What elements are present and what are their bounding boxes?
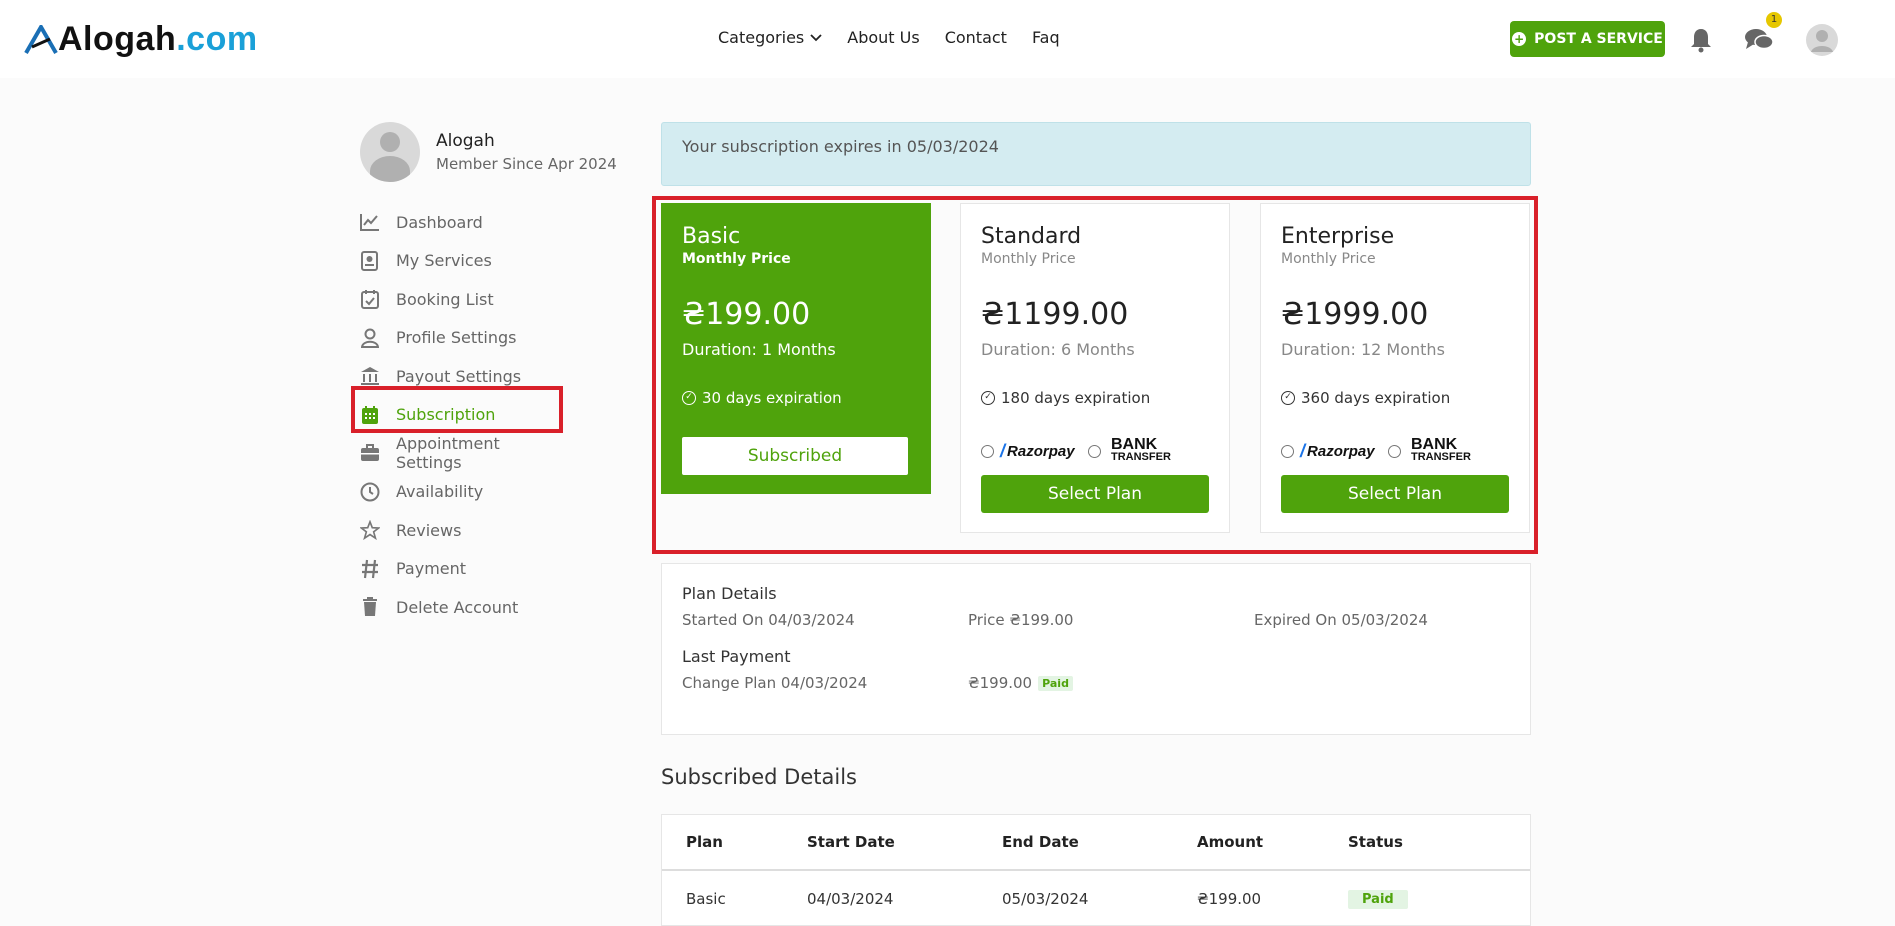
- chart-icon: [360, 212, 380, 232]
- table-header: Plan Start Date End Date Amount Status: [662, 815, 1530, 871]
- nav-categories-label: Categories: [718, 28, 805, 47]
- chat-icon: [1745, 29, 1774, 50]
- user-menu-button[interactable]: [1806, 24, 1838, 56]
- cell-amount: ₴199.00: [1197, 890, 1262, 908]
- subscribed-details-title: Subscribed Details: [661, 765, 857, 789]
- bank-icon: [360, 366, 380, 386]
- post-service-label: POST A SERVICE: [1534, 31, 1663, 47]
- sidebar-item-label: Payment: [396, 559, 467, 579]
- plan-price-value: Price ₴199.00: [968, 611, 1074, 629]
- cell-start-date: 04/03/2024: [807, 890, 894, 908]
- chat-button[interactable]: [1743, 24, 1775, 56]
- sidebar-item-availability[interactable]: Availability: [360, 473, 560, 512]
- column-header-status: Status: [1348, 833, 1403, 851]
- plan-details-title: Plan Details: [682, 584, 777, 603]
- briefcase-icon: [360, 443, 380, 463]
- sidebar-item-booking-list[interactable]: Booking List: [360, 280, 560, 319]
- avatar-icon: [1806, 24, 1838, 56]
- column-header-plan: Plan: [686, 833, 723, 851]
- chat-badge: 1: [1766, 12, 1782, 28]
- logo-text: Alogah: [58, 20, 177, 58]
- status-badge: Paid: [1348, 889, 1408, 909]
- sidebar-item-reviews[interactable]: Reviews: [360, 511, 560, 550]
- plan-details-card: Plan Details Started On 04/03/2024 Price…: [661, 563, 1531, 735]
- avatar: [360, 122, 420, 182]
- sidebar-item-appointment-settings[interactable]: Appointment Settings: [360, 434, 560, 473]
- nav-faq[interactable]: Faq: [1032, 28, 1060, 47]
- sidebar-item-label: My Services: [396, 251, 492, 271]
- top-header: Alogah.com Categories About Us Contact F…: [0, 0, 1895, 78]
- subscription-highlight-box: [351, 386, 563, 433]
- user-icon: [360, 328, 380, 348]
- sidebar-item-payment[interactable]: Payment: [360, 550, 560, 589]
- nav-contact[interactable]: Contact: [945, 28, 1007, 47]
- sidebar-item-profile-settings[interactable]: Profile Settings: [360, 319, 560, 358]
- logo-tld: .com: [176, 20, 258, 58]
- clock-icon: [360, 482, 380, 502]
- started-on: Started On 04/03/2024: [682, 611, 855, 629]
- member-since: Member Since Apr 2024: [436, 155, 617, 173]
- hash-icon: [360, 559, 380, 579]
- sidebar-item-label: Reviews: [396, 520, 462, 540]
- sidebar-item-my-services[interactable]: My Services: [360, 242, 560, 281]
- trash-icon: [360, 597, 380, 617]
- sidebar-item-label: Appointment Settings: [396, 434, 500, 473]
- logo-mark-icon: [24, 24, 58, 54]
- plans-highlight-box: [652, 196, 1538, 554]
- notifications-button[interactable]: [1685, 24, 1717, 56]
- star-icon: [360, 520, 380, 541]
- profile-name: Alogah: [436, 131, 495, 151]
- column-header-amount: Amount: [1197, 833, 1264, 851]
- nav-about-us[interactable]: About Us: [847, 28, 919, 47]
- cell-end-date: 05/03/2024: [1002, 890, 1089, 908]
- cell-plan: Basic: [686, 890, 726, 908]
- post-service-button[interactable]: + POST A SERVICE: [1510, 21, 1665, 57]
- calendar-check-icon: [360, 289, 380, 310]
- sidebar-item-label: Payout Settings: [396, 366, 522, 386]
- chevron-down-icon: [810, 33, 822, 41]
- sidebar-item-label: Dashboard: [396, 212, 483, 232]
- subscription-expiry-alert: Your subscription expires in 05/03/2024: [661, 122, 1531, 186]
- last-payment-amount: ₴199.00: [968, 674, 1033, 692]
- column-header-end-date: End Date: [1002, 833, 1079, 851]
- sidebar-item-delete-account[interactable]: Delete Account: [360, 588, 560, 627]
- plus-circle-icon: +: [1512, 32, 1527, 46]
- change-plan-date: Change Plan 04/03/2024: [682, 674, 868, 692]
- sidebar-item-label: Availability: [396, 482, 484, 502]
- profile-card: Alogah Member Since Apr 2024: [360, 122, 617, 182]
- table-row: Basic 04/03/2024 05/03/2024 ₴199.00 Paid: [662, 871, 1530, 926]
- nav-categories[interactable]: Categories: [718, 28, 822, 47]
- sidebar-item-label: Booking List: [396, 289, 494, 309]
- services-icon: [360, 250, 380, 271]
- site-logo[interactable]: Alogah.com: [24, 20, 258, 59]
- expired-on: Expired On 05/03/2024: [1254, 611, 1428, 629]
- sidebar-item-dashboard[interactable]: Dashboard: [360, 203, 560, 242]
- status-badge: Paid: [1038, 675, 1073, 691]
- last-payment-title: Last Payment: [682, 647, 791, 666]
- subscribed-details-table: Plan Start Date End Date Amount Status B…: [661, 814, 1531, 926]
- sidebar-item-label: Profile Settings: [396, 328, 517, 348]
- main-nav: Categories About Us Contact Faq: [718, 28, 1060, 47]
- sidebar-item-label: Delete Account: [396, 597, 519, 617]
- bell-icon: [1691, 29, 1711, 53]
- column-header-start-date: Start Date: [807, 833, 895, 851]
